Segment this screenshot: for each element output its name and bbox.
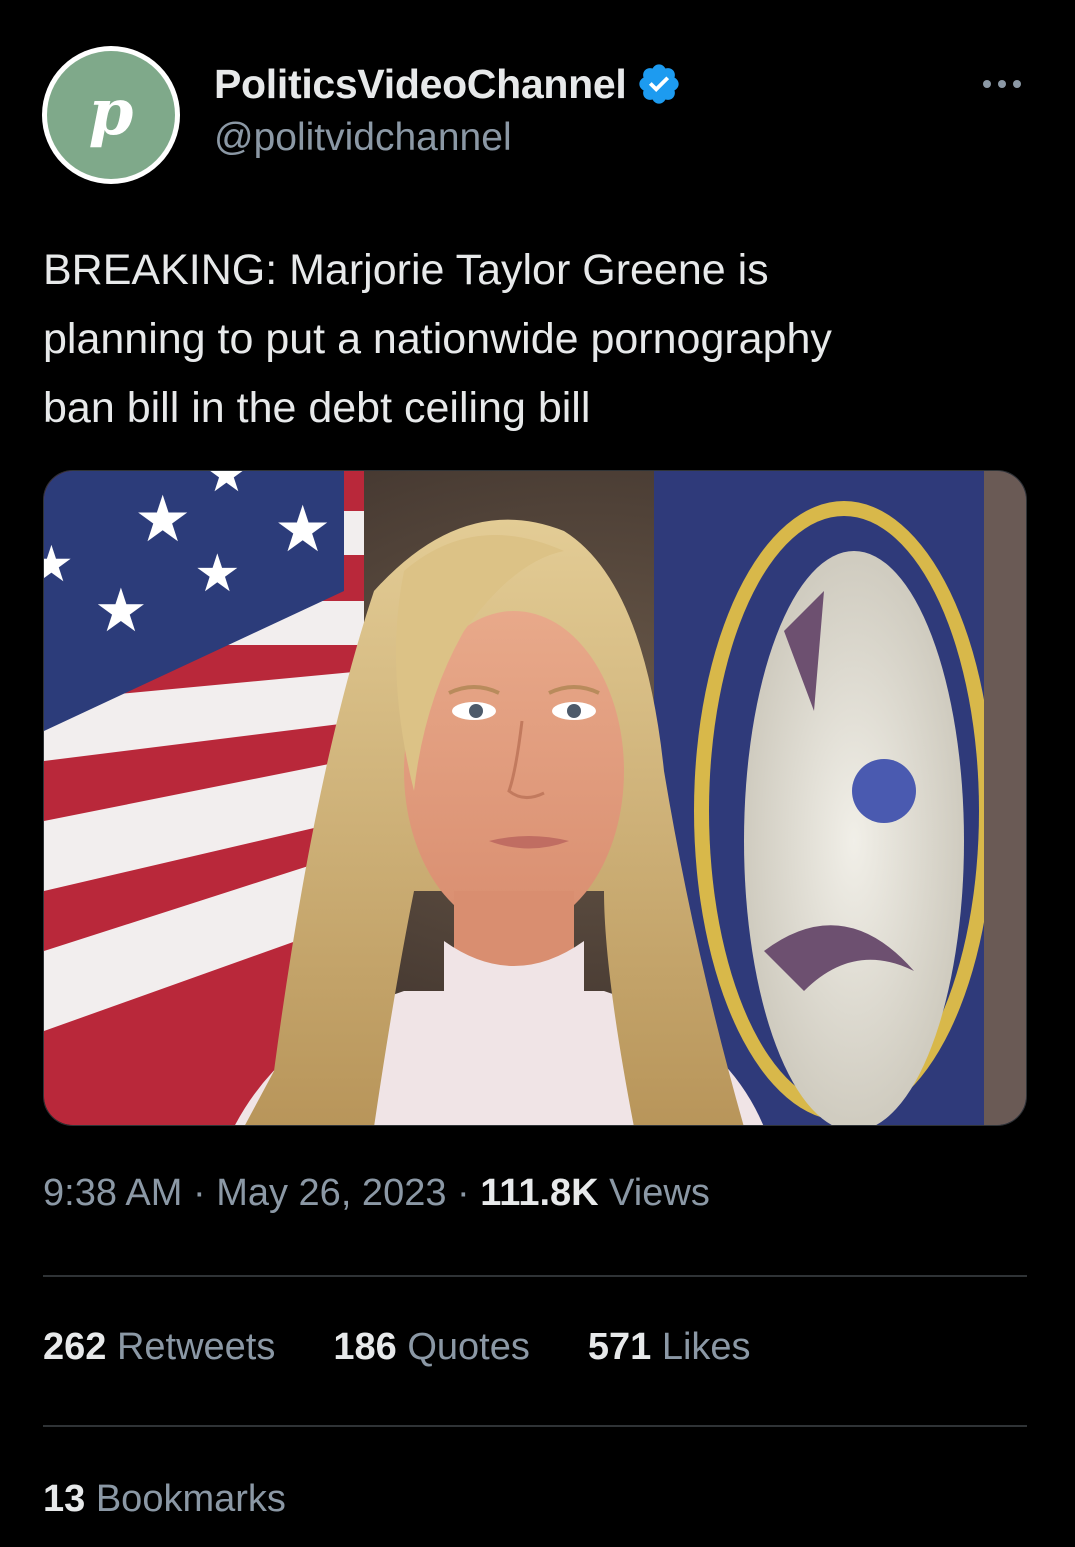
engagement-stats: 262 Retweets 186 Quotes 571 Likes bbox=[43, 1326, 809, 1369]
svg-text:★: ★ bbox=[94, 576, 148, 646]
avatar[interactable]: p bbox=[42, 46, 180, 184]
bookmarks-stat[interactable]: 13 Bookmarks bbox=[43, 1478, 286, 1521]
tweet-date[interactable]: May 26, 2023 bbox=[216, 1172, 446, 1214]
bookmarks-label: Bookmarks bbox=[85, 1478, 286, 1520]
views-label: Views bbox=[598, 1172, 710, 1214]
avatar-letter: p bbox=[88, 74, 134, 150]
bookmarks-count: 13 bbox=[43, 1478, 86, 1520]
tweet-media-photo[interactable]: ★ ★ ★ ★ ★ ★ bbox=[43, 470, 1027, 1126]
author-name-row: PoliticsVideoChannel bbox=[214, 56, 682, 112]
svg-text:★: ★ bbox=[44, 535, 74, 593]
likes-stat[interactable]: 571 Likes bbox=[588, 1326, 751, 1369]
tweet-text: BREAKING: Marjorie Taylor Greene is plan… bbox=[43, 246, 832, 432]
quotes-count: 186 bbox=[333, 1326, 397, 1368]
meta-separator: · bbox=[182, 1172, 217, 1214]
retweets-count: 262 bbox=[43, 1326, 107, 1368]
retweets-stat[interactable]: 262 Retweets bbox=[43, 1326, 275, 1369]
likes-count: 571 bbox=[587, 1326, 652, 1368]
quotes-stat[interactable]: 186 Quotes bbox=[333, 1326, 529, 1369]
avatar-image: p bbox=[47, 51, 175, 179]
more-horizontal-icon[interactable] bbox=[978, 62, 1026, 106]
tweet-meta: 9:38 AM · May 26, 2023 · 111.8K Views bbox=[43, 1172, 710, 1215]
verified-badge-icon[interactable] bbox=[636, 61, 682, 107]
user-handle[interactable]: @politvidchannel bbox=[214, 116, 512, 160]
photo-image: ★ ★ ★ ★ ★ ★ bbox=[44, 471, 1026, 1125]
svg-text:★: ★ bbox=[274, 493, 331, 567]
meta-separator-2: · bbox=[446, 1172, 481, 1214]
likes-label: Likes bbox=[651, 1326, 751, 1368]
quotes-label: Quotes bbox=[396, 1326, 530, 1368]
display-name[interactable]: PoliticsVideoChannel bbox=[214, 61, 627, 108]
tweet-detail: p PoliticsVideoChannel @politvidchannel … bbox=[0, 0, 1075, 1547]
svg-text:★: ★ bbox=[194, 544, 241, 604]
divider-2 bbox=[43, 1425, 1027, 1427]
tweet-time[interactable]: 9:38 AM bbox=[43, 1172, 182, 1214]
retweets-label: Retweets bbox=[106, 1326, 276, 1368]
views-count: 111.8K bbox=[480, 1172, 599, 1214]
divider bbox=[43, 1275, 1027, 1277]
svg-text:★: ★ bbox=[134, 483, 191, 557]
svg-text:★: ★ bbox=[204, 471, 249, 503]
